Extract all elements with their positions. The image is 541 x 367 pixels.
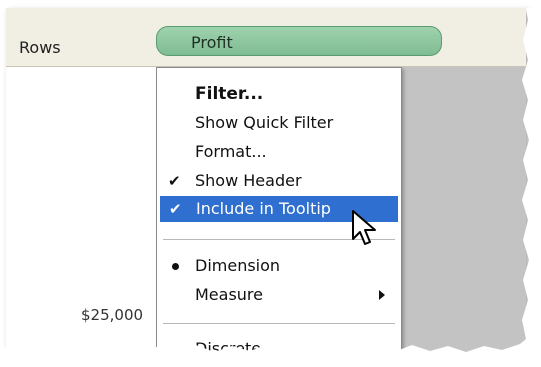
menu-item-filter[interactable]: Filter... bbox=[159, 81, 399, 107]
menu-item-discrete[interactable]: Discrete bbox=[159, 336, 399, 355]
submenu-arrow-icon bbox=[379, 290, 385, 300]
radio-bullet-icon bbox=[172, 263, 179, 270]
rows-shelf-label: Rows bbox=[19, 38, 61, 57]
menu-separator bbox=[163, 323, 395, 325]
profit-pill-label: Profit bbox=[191, 33, 233, 52]
checkmark-icon: ✔ bbox=[168, 172, 181, 190]
tableau-view: Rows Profit $25,000 Filter... Show Quick… bbox=[6, 8, 526, 355]
menu-item-label: Show Quick Filter bbox=[195, 113, 334, 132]
profit-field-pill[interactable]: Profit bbox=[156, 26, 442, 56]
menu-item-show-header[interactable]: ✔ Show Header bbox=[159, 168, 399, 194]
menu-item-label: Filter... bbox=[195, 84, 264, 104]
checkmark-icon: ✔ bbox=[169, 200, 182, 218]
menu-item-label: Discrete bbox=[195, 339, 262, 355]
menu-item-show-quick-filter[interactable]: Show Quick Filter bbox=[159, 110, 399, 136]
menu-item-dimension[interactable]: Dimension bbox=[159, 253, 399, 279]
rows-shelf: Rows Profit bbox=[6, 8, 526, 67]
menu-item-label: Dimension bbox=[195, 256, 281, 275]
mouse-pointer-icon bbox=[352, 210, 376, 245]
menu-item-measure[interactable]: Measure bbox=[159, 282, 399, 308]
menu-item-label: Show Header bbox=[195, 171, 302, 190]
view-background bbox=[402, 67, 526, 355]
axis-tick-label: $25,000 bbox=[81, 306, 144, 324]
screenshot-stage: Rows Profit $25,000 Filter... Show Quick… bbox=[0, 0, 541, 367]
menu-item-label: Include in Tooltip bbox=[196, 199, 331, 218]
menu-item-label: Measure bbox=[195, 285, 263, 304]
menu-item-label: Format... bbox=[195, 142, 267, 161]
menu-item-format[interactable]: Format... bbox=[159, 139, 399, 165]
